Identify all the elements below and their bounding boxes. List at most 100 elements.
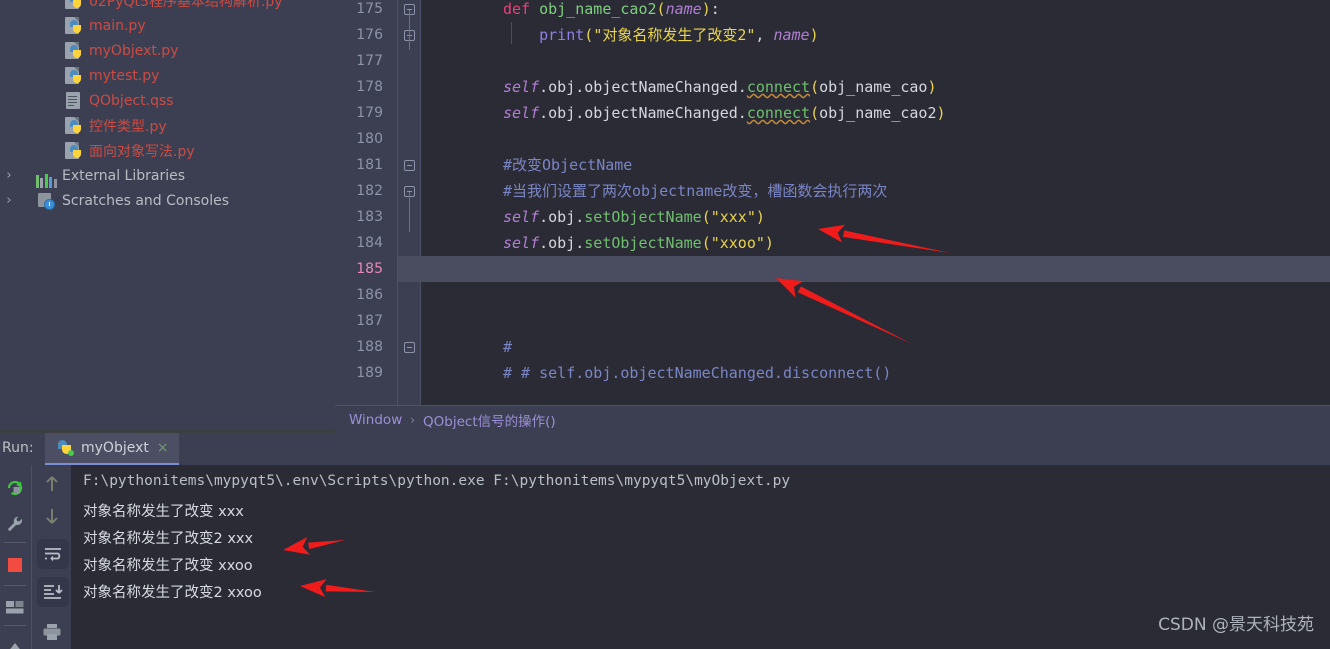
code-text: #	[503, 334, 512, 360]
tree-file-item[interactable]: 面向对象写法.py	[0, 138, 335, 163]
line-number: 175	[356, 1, 383, 17]
run-panel: Run: myObjext × F:\pythonitems\mypyqt5\.…	[0, 433, 1330, 649]
code-text: #改变ObjectName	[503, 152, 632, 178]
tree-node[interactable]: › External Libraries	[0, 163, 335, 188]
python-file-icon	[63, 16, 85, 36]
code-line[interactable]: 187	[335, 308, 1330, 334]
soft-wrap-icon[interactable]	[37, 539, 69, 569]
code-token: setObjectName	[584, 208, 702, 226]
run-toolbar-right[interactable]	[31, 465, 72, 649]
code-line[interactable]: 183 self.obj.setObjectName("xxx")	[335, 204, 1330, 230]
run-toolbar-left[interactable]	[0, 465, 30, 649]
code-line[interactable]: 182 #当我们设置了两次objectname改变，槽函数会执行两次	[335, 178, 1330, 204]
code-line[interactable]: 179 self.obj.objectNameChanged.connect(ob…	[335, 100, 1330, 126]
tree-file-item[interactable]: myObjext.py	[0, 38, 335, 63]
pin-icon[interactable]	[0, 633, 30, 649]
code-line[interactable]: 176 print("对象名称发生了改变2", name)	[335, 22, 1330, 48]
code-token: connect	[746, 78, 811, 96]
chevron-right-icon[interactable]: ›	[0, 194, 18, 207]
tree-node[interactable]: › Scratches and Consoles	[0, 188, 335, 213]
fold-connector	[409, 192, 410, 232]
code-token: self	[503, 104, 540, 122]
tree-item-label: main.py	[89, 17, 146, 34]
chevron-right-icon[interactable]: ›	[0, 169, 18, 182]
down-arrow-icon[interactable]	[37, 501, 67, 531]
tree-file-item[interactable]: QObject.qss	[0, 88, 335, 113]
scroll-to-end-icon[interactable]	[37, 577, 69, 607]
code-token: .obj.	[539, 234, 585, 252]
line-number: 185	[356, 261, 383, 277]
line-number: 179	[356, 105, 383, 121]
line-number: 181	[356, 157, 383, 173]
code-editor[interactable]: 175 def obj_name_cao2(name): 176 print("对象…	[335, 0, 1330, 405]
close-icon[interactable]: ×	[157, 441, 169, 455]
python-file-icon	[63, 116, 85, 136]
toolbar-separator	[4, 625, 26, 626]
code-token: )	[755, 208, 765, 226]
console-line: 对象名称发生了改变2 xxoo	[83, 585, 262, 601]
breadcrumb[interactable]: Window › QObject信号的操作()	[335, 405, 1330, 433]
code-line[interactable]: 178 self.obj.objectNameChanged.connect(ob…	[335, 74, 1330, 100]
run-tab-myobjext[interactable]: myObjext ×	[45, 433, 179, 465]
code-token: connect	[746, 104, 811, 122]
code-token: "xxoo"	[710, 234, 765, 252]
fold-toggle-icon[interactable]	[404, 342, 415, 353]
tree-file-item[interactable]: 控件类型.py	[0, 113, 335, 138]
code-token: setObjectName	[584, 234, 702, 252]
python-file-icon	[63, 66, 85, 86]
code-token: (	[701, 208, 711, 226]
code-line[interactable]: 180	[335, 126, 1330, 152]
code-text: #当我们设置了两次objectname改变，槽函数会执行两次	[503, 178, 887, 204]
code-token: (	[656, 0, 666, 18]
line-number: 182	[356, 183, 383, 199]
print-icon[interactable]	[37, 617, 67, 647]
code-token: obj_name_cao	[819, 78, 928, 96]
fold-connector	[409, 10, 410, 50]
code-text: self.obj.setObjectName("xxx")	[503, 204, 765, 230]
code-text: print("对象名称发生了改变2", name)	[503, 22, 819, 48]
code-token: "对象名称发生了改变2"	[593, 26, 756, 44]
code-text: # # self.obj.objectNameChanged.disconnec…	[503, 360, 891, 386]
code-line[interactable]: 181 #改变ObjectName	[335, 152, 1330, 178]
toolbar-separator	[4, 542, 26, 543]
tree-file-item[interactable]: mytest.py	[0, 63, 335, 88]
code-token: )	[701, 0, 711, 18]
code-token: self	[503, 208, 540, 226]
tree-file-item[interactable]: 02PyQt5程序基本结构解析.py	[0, 0, 335, 13]
code-token: print	[539, 26, 585, 44]
line-number: 176	[356, 27, 383, 43]
indent-guide	[511, 22, 512, 44]
code-line[interactable]: 184 self.obj.setObjectName("xxoo")	[335, 230, 1330, 256]
wrench-icon[interactable]	[0, 509, 30, 539]
breadcrumb-item[interactable]: QObject信号的操作()	[423, 410, 556, 430]
tree-item-label: 面向对象写法.py	[89, 143, 195, 160]
tree-item-label: External Libraries	[62, 167, 185, 184]
code-token: :	[710, 0, 720, 18]
stop-icon[interactable]	[0, 550, 30, 580]
code-line[interactable]: 185	[356, 256, 1330, 282]
code-token: obj_name_cao2	[819, 104, 937, 122]
code-line[interactable]: 175 def obj_name_cao2(name):	[335, 0, 1330, 22]
up-arrow-icon[interactable]	[37, 469, 67, 499]
run-panel-label: Run:	[2, 440, 34, 456]
console-line: 对象名称发生了改变 xxoo	[83, 558, 253, 574]
console-line: 对象名称发生了改变2 xxx	[83, 531, 254, 547]
tree-file-item[interactable]: main.py	[0, 13, 335, 38]
code-line[interactable]: 189 # # self.obj.objectNameChanged.discon…	[335, 360, 1330, 386]
code-line[interactable]: 186	[335, 282, 1330, 308]
code-line[interactable]: 177	[335, 48, 1330, 74]
line-number: 183	[356, 209, 383, 225]
libraries-icon	[36, 164, 58, 188]
code-line[interactable]: 188 #	[335, 334, 1330, 360]
python-run-icon	[57, 439, 75, 457]
rerun-icon[interactable]	[0, 473, 30, 503]
code-token: (	[701, 234, 711, 252]
layout-icon[interactable]	[0, 593, 30, 623]
project-tree-panel[interactable]: 02PyQt5程序基本结构解析.py main.py myObjext.py myte…	[0, 0, 335, 430]
breadcrumb-item[interactable]: Window	[349, 412, 402, 428]
console-line: F:\pythonitems\mypyqt5\.env\Scripts\pyth…	[83, 473, 791, 489]
fold-toggle-icon[interactable]	[404, 160, 415, 171]
code-token: name	[665, 0, 702, 18]
console-output[interactable]: F:\pythonitems\mypyqt5\.env\Scripts\pyth…	[71, 465, 1330, 649]
code-token: .obj.	[539, 208, 585, 226]
